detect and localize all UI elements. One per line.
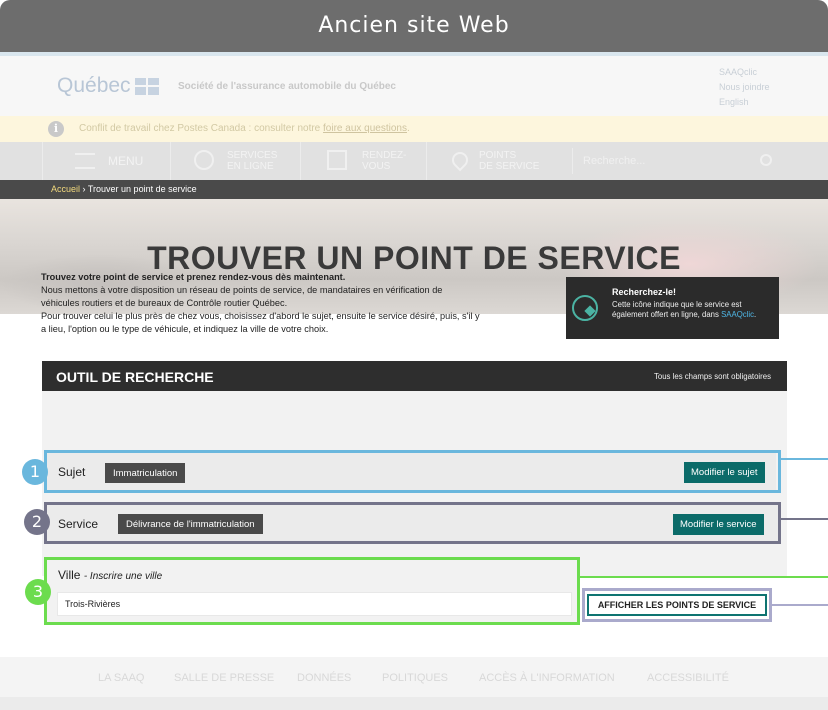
footer-link-accessibility[interactable]: ACCESSIBILITÉ bbox=[647, 672, 729, 684]
fleurdelise-icon bbox=[134, 77, 159, 95]
nav-menu[interactable]: MENU bbox=[42, 142, 170, 180]
intro-text: Trouvez votre point de service et prenez… bbox=[41, 271, 541, 336]
main-nav: MENU SERVICES EN LIGNE RENDEZ- VOUS POINTS… bbox=[0, 142, 828, 180]
link-saaqclic[interactable]: SAAQclic bbox=[719, 65, 770, 80]
intro-line: véhicules routiers et de bureaux de Cont… bbox=[41, 298, 288, 308]
hamburger-icon bbox=[75, 153, 95, 169]
callout-2-highlight bbox=[44, 502, 781, 544]
intro-lead: Trouvez votre point de service et prenez… bbox=[41, 272, 346, 282]
nav-appointments-label: RENDEZ- VOUS bbox=[362, 150, 407, 172]
intro-line: Nous mettons à votre disposition un rése… bbox=[41, 285, 443, 295]
callout-1-badge: 1 bbox=[22, 459, 48, 485]
nav-online-label: SERVICES EN LIGNE bbox=[227, 150, 278, 172]
quick-links: SAAQclic Nous joindre English bbox=[719, 65, 770, 110]
callout-1-highlight bbox=[44, 450, 781, 493]
footer-bottom-bar bbox=[0, 697, 828, 710]
breadcrumb-home[interactable]: Accueil bbox=[51, 184, 80, 194]
quebec-logo[interactable]: Québec bbox=[57, 74, 159, 98]
breadcrumb: Accueil › Trouver un point de service bbox=[0, 180, 828, 199]
link-english[interactable]: English bbox=[719, 95, 770, 110]
banner: Ancien site Web bbox=[0, 0, 828, 52]
callout-text: Cette icône indique que le service est é… bbox=[612, 300, 757, 319]
intro-line: Pour trouver celui le plus près de chez … bbox=[41, 311, 480, 321]
footer-link-policies[interactable]: POLITIQUES bbox=[382, 672, 448, 684]
button-connector bbox=[772, 604, 828, 606]
footer-link-data[interactable]: DONNÉES bbox=[297, 672, 351, 684]
callout-2-connector bbox=[781, 518, 828, 520]
search-tool-header: OUTIL DE RECHERCHE Tous les champs sont … bbox=[42, 361, 787, 391]
button-highlight bbox=[582, 588, 772, 622]
footer-link-saaq[interactable]: LA SAAQ bbox=[98, 672, 144, 684]
nav-menu-label: MENU bbox=[108, 154, 144, 168]
online-click-icon bbox=[572, 295, 598, 321]
intro-line: a lieu, l'option ou le type de véhicule,… bbox=[41, 324, 329, 334]
logo-text: Québec bbox=[57, 74, 131, 97]
breadcrumb-current: Trouver un point de service bbox=[87, 184, 197, 194]
faq-link[interactable]: foire aux questions bbox=[323, 123, 407, 134]
calendar-icon bbox=[327, 150, 347, 170]
screenshot-frame: Ancien site Web Québec Société de l'assu… bbox=[0, 0, 828, 710]
site-footer: LA SAAQ SALLE DE PRESSE DONNÉES POLITIQU… bbox=[0, 657, 828, 697]
banner-title: Ancien site Web bbox=[318, 13, 510, 38]
nav-appointments[interactable]: RENDEZ- VOUS bbox=[300, 142, 426, 180]
saaqclic-link[interactable]: SAAQclic bbox=[721, 310, 754, 319]
org-name: Société de l'assurance automobile du Qué… bbox=[178, 81, 396, 92]
breadcrumb-separator: › bbox=[82, 184, 86, 194]
search-input[interactable]: Recherche... bbox=[572, 148, 786, 174]
required-note: Tous les champs sont obligatoires bbox=[653, 372, 771, 381]
alert-text: Conflit de travail chez Postes Canada : … bbox=[79, 123, 410, 134]
callout-3-connector bbox=[580, 576, 828, 578]
online-service-callout: Recherchez-le! Cette icône indique que l… bbox=[566, 277, 779, 339]
click-icon bbox=[194, 150, 214, 170]
search-placeholder: Recherche... bbox=[583, 155, 646, 167]
alert-banner: i Conflit de travail chez Postes Canada … bbox=[0, 116, 828, 142]
callout-1-connector bbox=[781, 458, 828, 460]
link-contact[interactable]: Nous joindre bbox=[719, 80, 770, 95]
info-icon: i bbox=[48, 121, 64, 137]
callout-3-badge: 3 bbox=[25, 579, 51, 605]
map-pin-icon bbox=[448, 148, 472, 172]
footer-link-access[interactable]: ACCÈS À L'INFORMATION bbox=[479, 672, 615, 684]
nav-points-label: POINTS DE SERVICE bbox=[479, 150, 540, 172]
callout-3-highlight bbox=[44, 557, 580, 625]
site-header: Québec Société de l'assurance automobile… bbox=[0, 56, 828, 116]
callout-title: Recherchez-le! bbox=[612, 287, 677, 297]
search-tool-title: OUTIL DE RECHERCHE bbox=[56, 369, 214, 385]
search-icon[interactable] bbox=[760, 154, 772, 166]
callout-2-badge: 2 bbox=[24, 509, 50, 535]
nav-service-points[interactable]: POINTS DE SERVICE bbox=[426, 142, 572, 180]
footer-link-press[interactable]: SALLE DE PRESSE bbox=[174, 672, 274, 684]
nav-online-services[interactable]: SERVICES EN LIGNE bbox=[170, 142, 300, 180]
